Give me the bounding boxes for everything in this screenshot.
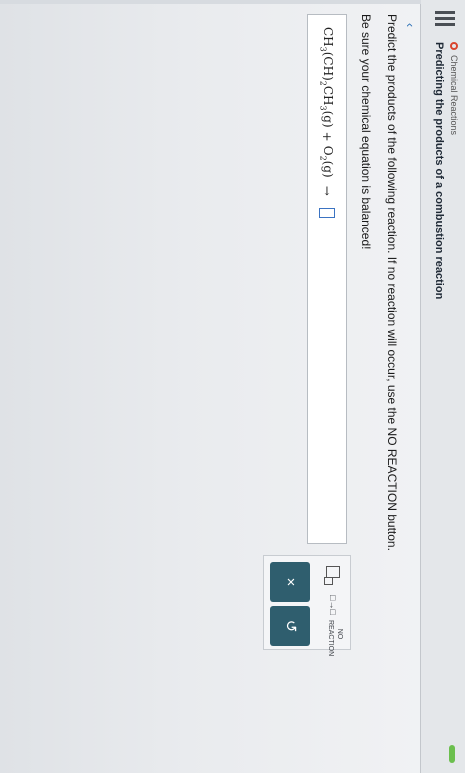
title-block: Chemical Reactions Predicting the produc… — [433, 42, 459, 299]
product-input-slot[interactable] — [319, 207, 336, 218]
plus-sign: + — [320, 131, 335, 142]
clear-button[interactable]: × — [270, 562, 310, 602]
page: Chemical Reactions Predicting the produc… — [0, 0, 465, 773]
undo-button[interactable]: ↺ — [270, 606, 310, 646]
top-bar: Chemical Reactions Predicting the produc… — [420, 0, 465, 773]
collapse-chevron-icon[interactable]: ‹ — [403, 14, 418, 36]
menu-icon[interactable] — [429, 8, 459, 30]
progress-indicator — [449, 745, 455, 763]
no-reaction-button[interactable]: NO REACTION — [326, 620, 344, 656]
subscript-tool-icon[interactable] — [324, 564, 342, 586]
topic-row: Chemical Reactions — [449, 42, 459, 299]
question-prompt: Predict the products of the following re… — [385, 14, 399, 551]
reactant-1: CH3(CH)2CH3(g) — [318, 27, 336, 128]
tool-panel: □→□ NO REACTION × ↺ — [263, 555, 351, 656]
side-divider — [0, 0, 421, 4]
topic-status-icon — [450, 42, 458, 50]
topic-label: Chemical Reactions — [449, 55, 459, 136]
chemical-equation: CH3(CH)2CH3(g) + O2(g) → — [319, 27, 335, 218]
balance-note: Be sure your chemical equation is balanc… — [359, 14, 373, 250]
reaction-arrow: → — [320, 185, 335, 196]
reaction-arrow-tool[interactable]: □→□ — [324, 592, 342, 618]
page-title: Predicting the products of a combustion … — [433, 42, 445, 300]
reactant-2: O2(g) — [318, 145, 336, 178]
answer-input[interactable]: CH3(CH)2CH3(g) + O2(g) → — [307, 14, 347, 544]
